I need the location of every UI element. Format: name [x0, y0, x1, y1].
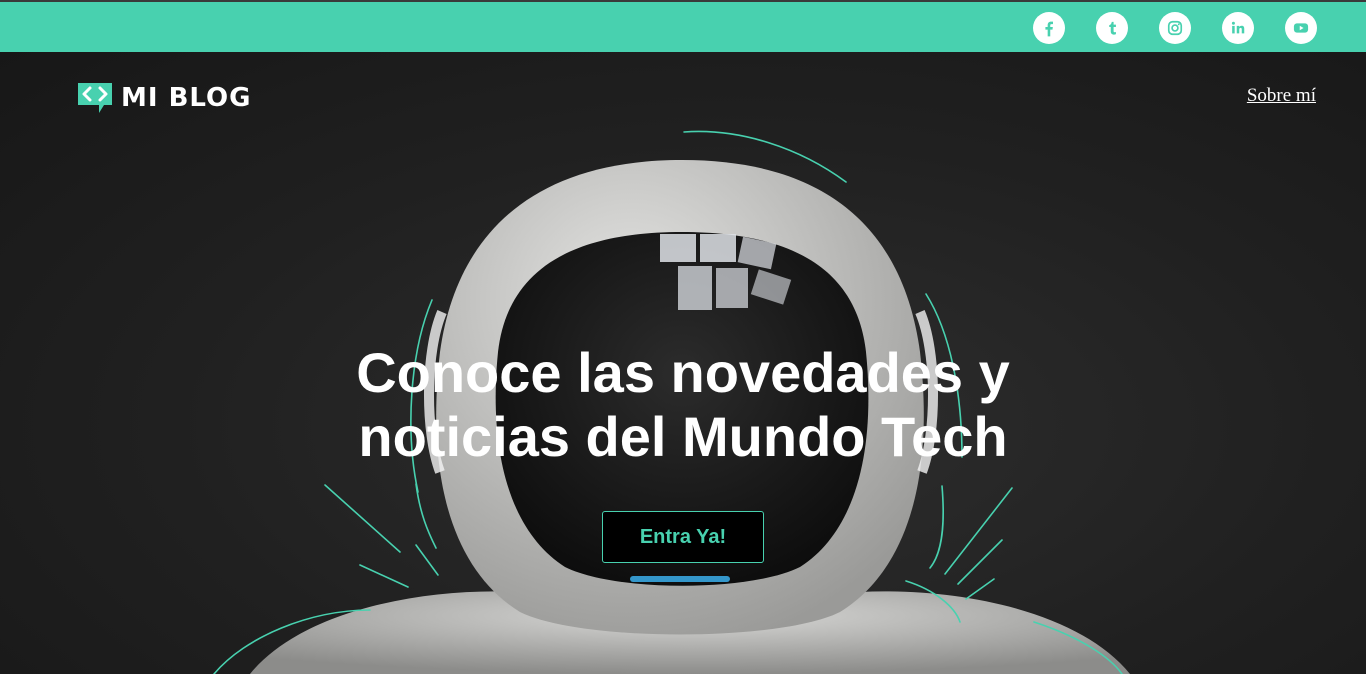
linkedin-icon — [1231, 21, 1245, 34]
headline-line-2: noticias del Mundo Tech — [358, 405, 1008, 468]
cta-button[interactable]: Entra Ya! — [602, 511, 764, 563]
facebook-link[interactable] — [1033, 12, 1065, 44]
linkedin-link[interactable] — [1222, 12, 1254, 44]
tumblr-icon — [1109, 21, 1116, 35]
code-bubble-icon — [78, 83, 112, 113]
instagram-link[interactable] — [1159, 12, 1191, 44]
hero-section: MI BLOG Sobre mí Conoce las novedades y … — [0, 52, 1366, 674]
hero-headline: Conoce las novedades y noticias del Mund… — [333, 341, 1033, 469]
instagram-icon — [1167, 20, 1183, 36]
social-bar — [0, 0, 1366, 52]
social-links — [1033, 12, 1317, 44]
youtube-icon — [1293, 23, 1309, 33]
youtube-link[interactable] — [1285, 12, 1317, 44]
tumblr-link[interactable] — [1096, 12, 1128, 44]
headline-line-1: Conoce las novedades y — [356, 341, 1010, 404]
logo-text: MI BLOG — [121, 83, 252, 113]
site-logo[interactable]: MI BLOG — [75, 81, 252, 115]
facebook-icon — [1045, 21, 1053, 37]
nav-link-about[interactable]: Sobre mí — [1247, 85, 1316, 107]
